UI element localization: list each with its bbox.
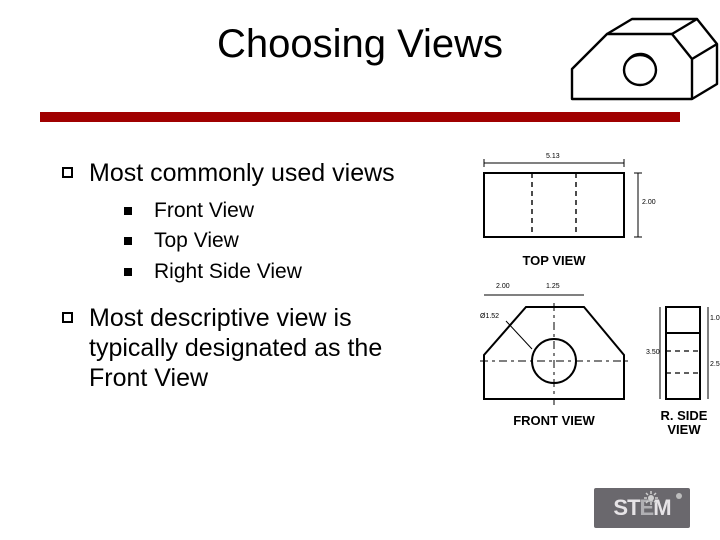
content-area: Most commonly used views Front View Top … [62, 158, 442, 401]
stem-logo: STEM [594, 488, 690, 528]
logo-text: STEM [613, 495, 670, 521]
multiview-drawing: TOP VIEW FRONT VIEW R. SIDE VIEW 5.13 2.… [466, 155, 712, 455]
square-bullet-icon [62, 312, 73, 323]
top-view-label: TOP VIEW [504, 253, 604, 268]
slide: Choosing Views Most commonly used views … [0, 0, 720, 540]
bullet-2-text: Most descriptive view is typically desig… [89, 303, 442, 393]
dim-top-height: 2.00 [642, 199, 656, 206]
bullet-1-text: Most commonly used views [89, 158, 395, 188]
side-view-label: R. SIDE VIEW [660, 409, 708, 436]
filled-square-bullet-icon [124, 268, 132, 276]
sub-bullet-list: Front View Top View Right Side View [124, 198, 442, 285]
square-bullet-icon [62, 167, 73, 178]
bullet-2: Most descriptive view is typically desig… [62, 303, 442, 393]
dim-side-h: 3.50 [646, 349, 660, 356]
logo-gear-icon [644, 491, 658, 505]
isometric-drawing [552, 4, 720, 124]
filled-square-bullet-icon [124, 207, 132, 215]
logo-dot-icon [676, 493, 682, 499]
sub-bullet-1-text: Front View [154, 198, 254, 224]
dim-front-wr: 1.25 [546, 283, 560, 290]
front-view-label: FRONT VIEW [494, 413, 614, 428]
dim-front-wl: 2.00 [496, 283, 510, 290]
filled-square-bullet-icon [124, 237, 132, 245]
bullet-1: Most commonly used views [62, 158, 442, 188]
dim-side-top: 1.00 [710, 315, 720, 322]
dim-hole-dia: Ø1.52 [480, 313, 499, 320]
sub-bullet-2-text: Top View [154, 228, 239, 254]
sub-bullet-2: Top View [124, 228, 442, 254]
sub-bullet-1: Front View [124, 198, 442, 224]
sub-bullet-3: Right Side View [124, 259, 442, 285]
dim-side-bot: 2.50 [710, 361, 720, 368]
sub-bullet-3-text: Right Side View [154, 259, 302, 285]
dim-top-width: 5.13 [546, 153, 560, 160]
